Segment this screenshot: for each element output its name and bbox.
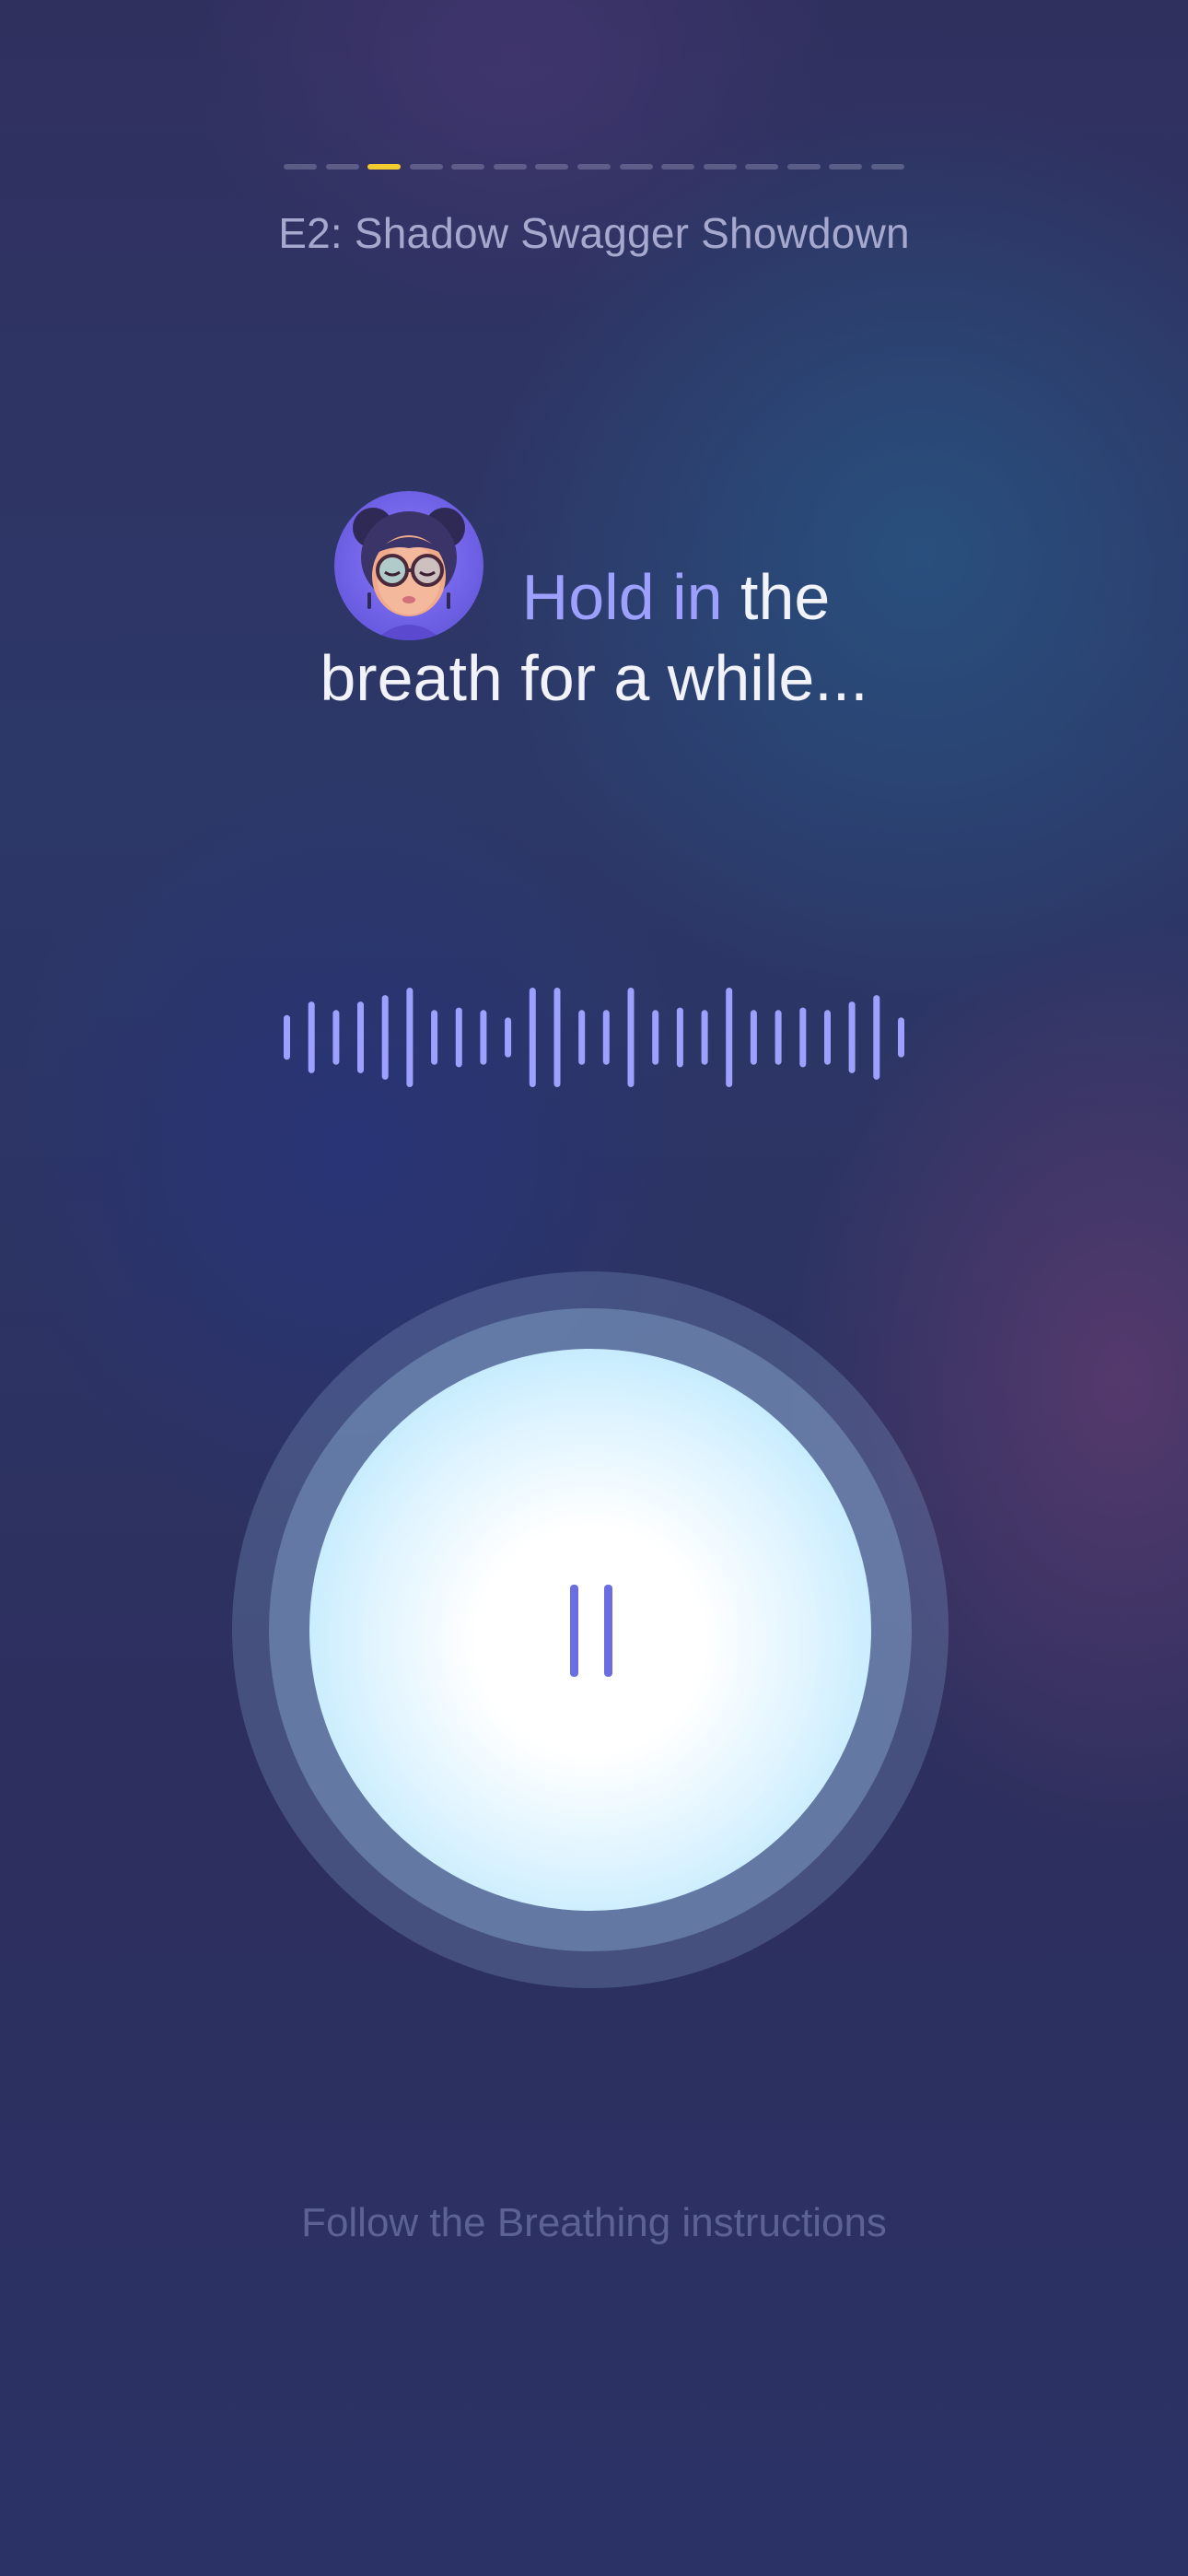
progress-segment-active xyxy=(367,164,402,170)
waveform-bar xyxy=(726,988,733,1087)
waveform-bar xyxy=(308,1001,315,1073)
waveform-bar xyxy=(455,1007,462,1068)
breathing-instruction: Hold in the breath for a while... xyxy=(0,556,1188,719)
progress-segment xyxy=(577,164,611,170)
waveform-bar xyxy=(553,988,561,1087)
waveform-bar xyxy=(775,1010,782,1065)
progress-segment xyxy=(535,164,569,170)
breathing-hint-text: Follow the Breathing instructions xyxy=(301,2200,887,2245)
instruction-highlight: Hold in xyxy=(521,561,723,633)
waveform-bar xyxy=(873,995,880,1080)
progress-segment xyxy=(786,164,821,170)
waveform-bar xyxy=(284,1014,290,1060)
progress-segment xyxy=(661,164,695,170)
waveform-bar xyxy=(898,1017,904,1058)
progress-segment xyxy=(829,164,863,170)
waveform-bar xyxy=(529,988,536,1087)
waveform-bar xyxy=(431,1010,438,1065)
waveform-bar xyxy=(799,1007,807,1068)
progress-segment xyxy=(870,164,904,170)
instruction-line-1: Hold in the xyxy=(0,556,1188,638)
progress-segment xyxy=(493,164,527,170)
waveform-bar xyxy=(701,1010,708,1065)
pause-icon[interactable] xyxy=(570,1585,612,1677)
waveform-bar xyxy=(848,1001,856,1073)
progress-segment xyxy=(703,164,737,170)
waveform-bar xyxy=(652,1010,659,1065)
progress-segment xyxy=(451,164,485,170)
episode-progress-bar xyxy=(284,164,904,170)
instruction-line-2: breath for a while... xyxy=(320,642,868,714)
waveform-bar xyxy=(750,1010,757,1065)
progress-segment xyxy=(409,164,443,170)
waveform-bar xyxy=(332,1010,340,1065)
audio-waveform-icon xyxy=(284,988,904,1087)
episode-title: E2: Shadow Swagger Showdown xyxy=(278,209,910,257)
waveform-bar xyxy=(676,1007,683,1068)
waveform-bar xyxy=(505,1017,512,1058)
waveform-bar xyxy=(578,1010,586,1065)
waveform-bar xyxy=(357,1001,364,1073)
progress-segment xyxy=(745,164,779,170)
instruction-line-1-rest: the xyxy=(722,561,831,633)
progress-segment xyxy=(284,164,317,170)
waveform-bar xyxy=(406,988,413,1087)
progress-segment xyxy=(619,164,653,170)
waveform-bar xyxy=(480,1010,487,1065)
waveform-bar xyxy=(602,1010,610,1065)
waveform-bar xyxy=(381,995,389,1080)
progress-segment xyxy=(325,164,359,170)
waveform-bar xyxy=(824,1010,831,1065)
waveform-bar xyxy=(627,988,635,1087)
